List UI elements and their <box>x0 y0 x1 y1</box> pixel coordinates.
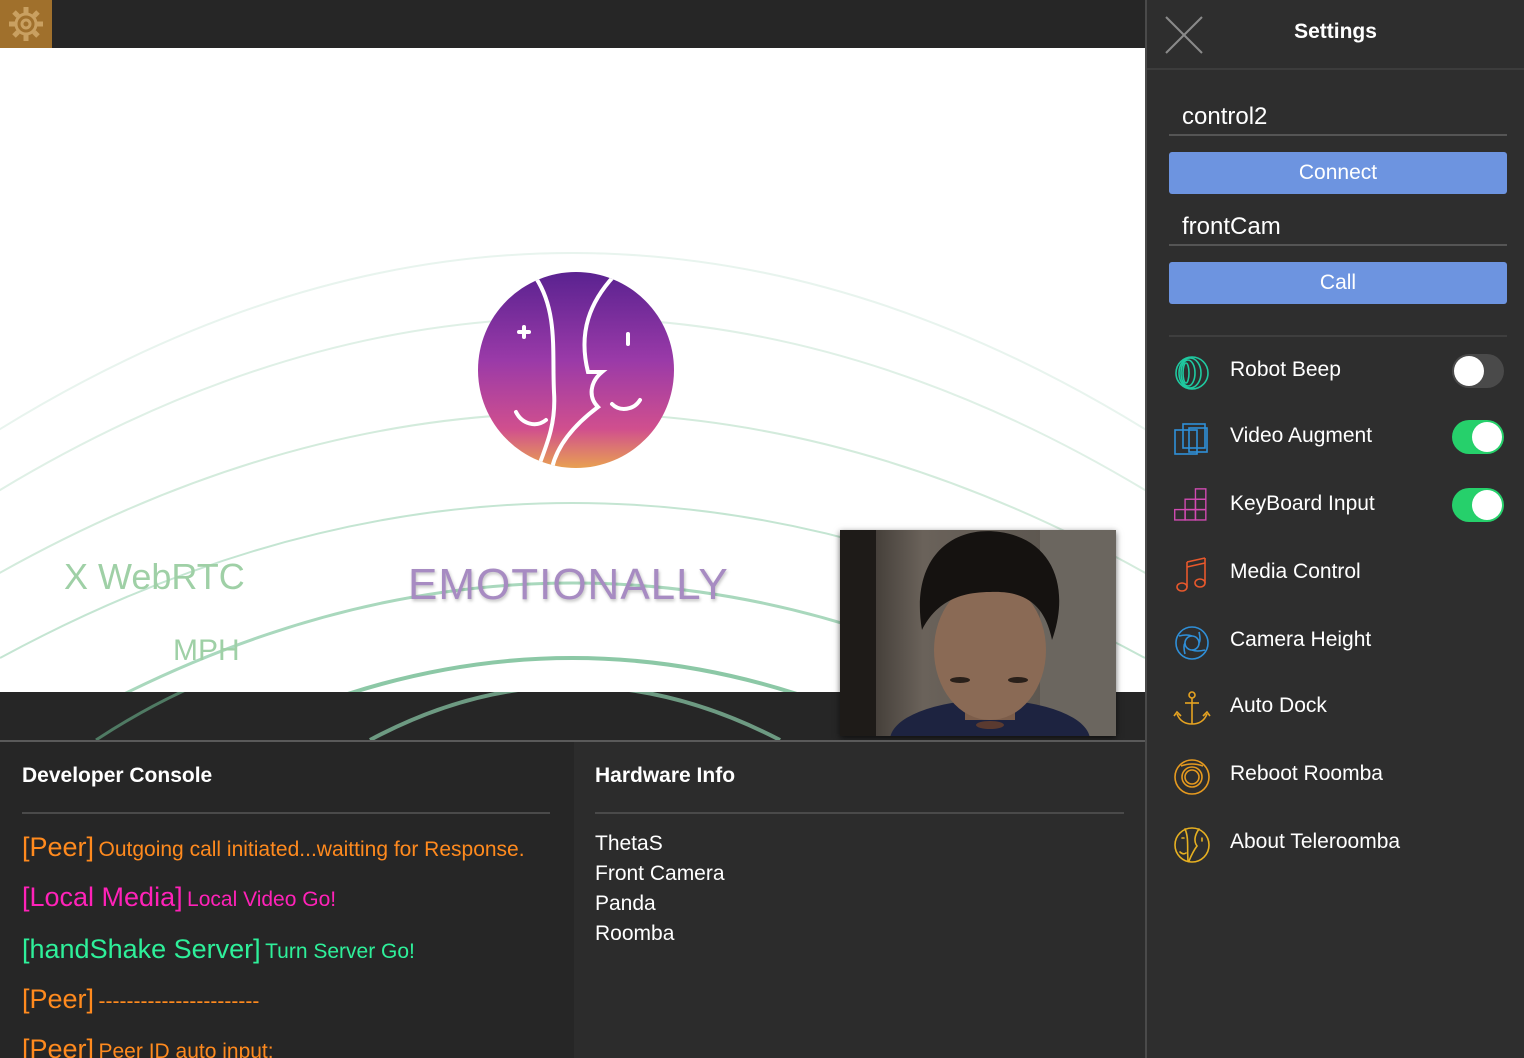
log-message: Outgoing call initiated...waitting for R… <box>98 838 525 861</box>
toggle-knob <box>1472 422 1502 452</box>
hardware-info-panel: Hardware Info ThetaS Front Camera Panda … <box>574 742 1145 1058</box>
option-reboot-roomba[interactable]: Reboot Roomba <box>1169 754 1507 798</box>
log-line: [Peer] Peer ID auto input: <box>22 1034 274 1058</box>
log-message: Local Video Go! <box>187 888 337 911</box>
hardware-item: Panda <box>595 892 656 915</box>
developer-console-panel: Developer Console [Peer] Outgoing call i… <box>0 742 574 1058</box>
webrtc-stat-label: X WebRTC <box>64 556 245 597</box>
gear-icon <box>9 7 43 41</box>
settings-toggle-button[interactable] <box>0 0 52 48</box>
option-label: About Teleroomba <box>1230 830 1401 853</box>
log-tag: [Local Media] <box>22 882 183 912</box>
option-robot-beep[interactable]: Robot Beep <box>1169 350 1507 394</box>
toggle-knob <box>1454 356 1484 386</box>
video-augment-toggle[interactable] <box>1452 420 1504 454</box>
settings-panel: Settings Connect Call Robot Beep Video A… <box>1145 0 1524 1058</box>
log-line: [Peer] Outgoing call initiated...waittin… <box>22 832 525 863</box>
hardware-divider <box>595 812 1124 814</box>
settings-header: Settings <box>1147 0 1524 70</box>
log-tag: [handShake Server] <box>22 934 261 964</box>
roomba-icon <box>1174 759 1210 795</box>
hardware-item: Roomba <box>595 922 675 945</box>
layers-icon <box>1174 423 1208 455</box>
call-button[interactable]: Call <box>1169 262 1507 304</box>
log-message: Peer ID auto input: <box>98 1040 274 1058</box>
top-bar <box>0 0 1145 48</box>
anchor-icon <box>1173 691 1211 725</box>
option-label: Media Control <box>1230 560 1361 583</box>
option-camera-height[interactable]: Camera Height <box>1169 620 1507 664</box>
music-note-icon <box>1176 557 1206 592</box>
log-tag: [Peer] <box>22 832 95 862</box>
console-divider <box>22 812 550 814</box>
option-label: Video Augment <box>1230 424 1373 447</box>
camera-lens-icon <box>1175 626 1209 660</box>
option-label: Robot Beep <box>1230 358 1341 381</box>
emotion-face-logo <box>478 272 674 468</box>
option-auto-dock[interactable]: Auto Dock <box>1169 686 1507 730</box>
robot-beep-toggle[interactable] <box>1452 354 1504 388</box>
developer-console-title: Developer Console <box>22 764 213 787</box>
hardware-item: Front Camera <box>595 862 725 885</box>
webcam-person-image <box>840 530 1116 736</box>
option-keyboard-input[interactable]: KeyBoard Input <box>1169 484 1507 528</box>
log-line: [Peer] ----------------------- <box>22 984 259 1015</box>
option-media-control[interactable]: Media Control <box>1169 552 1507 596</box>
peer-id-input[interactable] <box>1169 100 1507 136</box>
camera-id-input[interactable] <box>1169 210 1507 246</box>
speed-unit-label: MPH <box>173 634 240 667</box>
log-message: ----------------------- <box>98 990 260 1013</box>
hardware-info-title: Hardware Info <box>595 764 736 787</box>
option-label: Camera Height <box>1230 628 1372 651</box>
connect-button[interactable]: Connect <box>1169 152 1507 194</box>
option-about-teleroomba[interactable]: About Teleroomba <box>1169 822 1507 866</box>
local-camera-preview <box>840 530 1116 736</box>
rings-icon <box>1175 356 1209 390</box>
log-tag: [Peer] <box>22 984 95 1014</box>
toggle-knob <box>1472 490 1502 520</box>
log-message: Turn Server Go! <box>265 940 415 963</box>
emotion-status-label: EMOTIONALLY <box>408 560 729 609</box>
option-label: Reboot Roomba <box>1230 762 1383 785</box>
keyboard-input-toggle[interactable] <box>1452 488 1504 522</box>
option-label: KeyBoard Input <box>1230 492 1375 515</box>
keys-icon <box>1174 488 1207 521</box>
log-line: [Local Media] Local Video Go! <box>22 882 336 913</box>
settings-divider <box>1169 335 1507 337</box>
hardware-item: ThetaS <box>595 832 663 855</box>
option-video-augment[interactable]: Video Augment <box>1169 416 1507 460</box>
settings-title: Settings <box>1294 20 1377 43</box>
face-logo-icon <box>1174 827 1210 863</box>
option-label: Auto Dock <box>1230 694 1327 717</box>
log-tag: [Peer] <box>22 1034 95 1058</box>
log-line: [handShake Server] Turn Server Go! <box>22 934 415 965</box>
